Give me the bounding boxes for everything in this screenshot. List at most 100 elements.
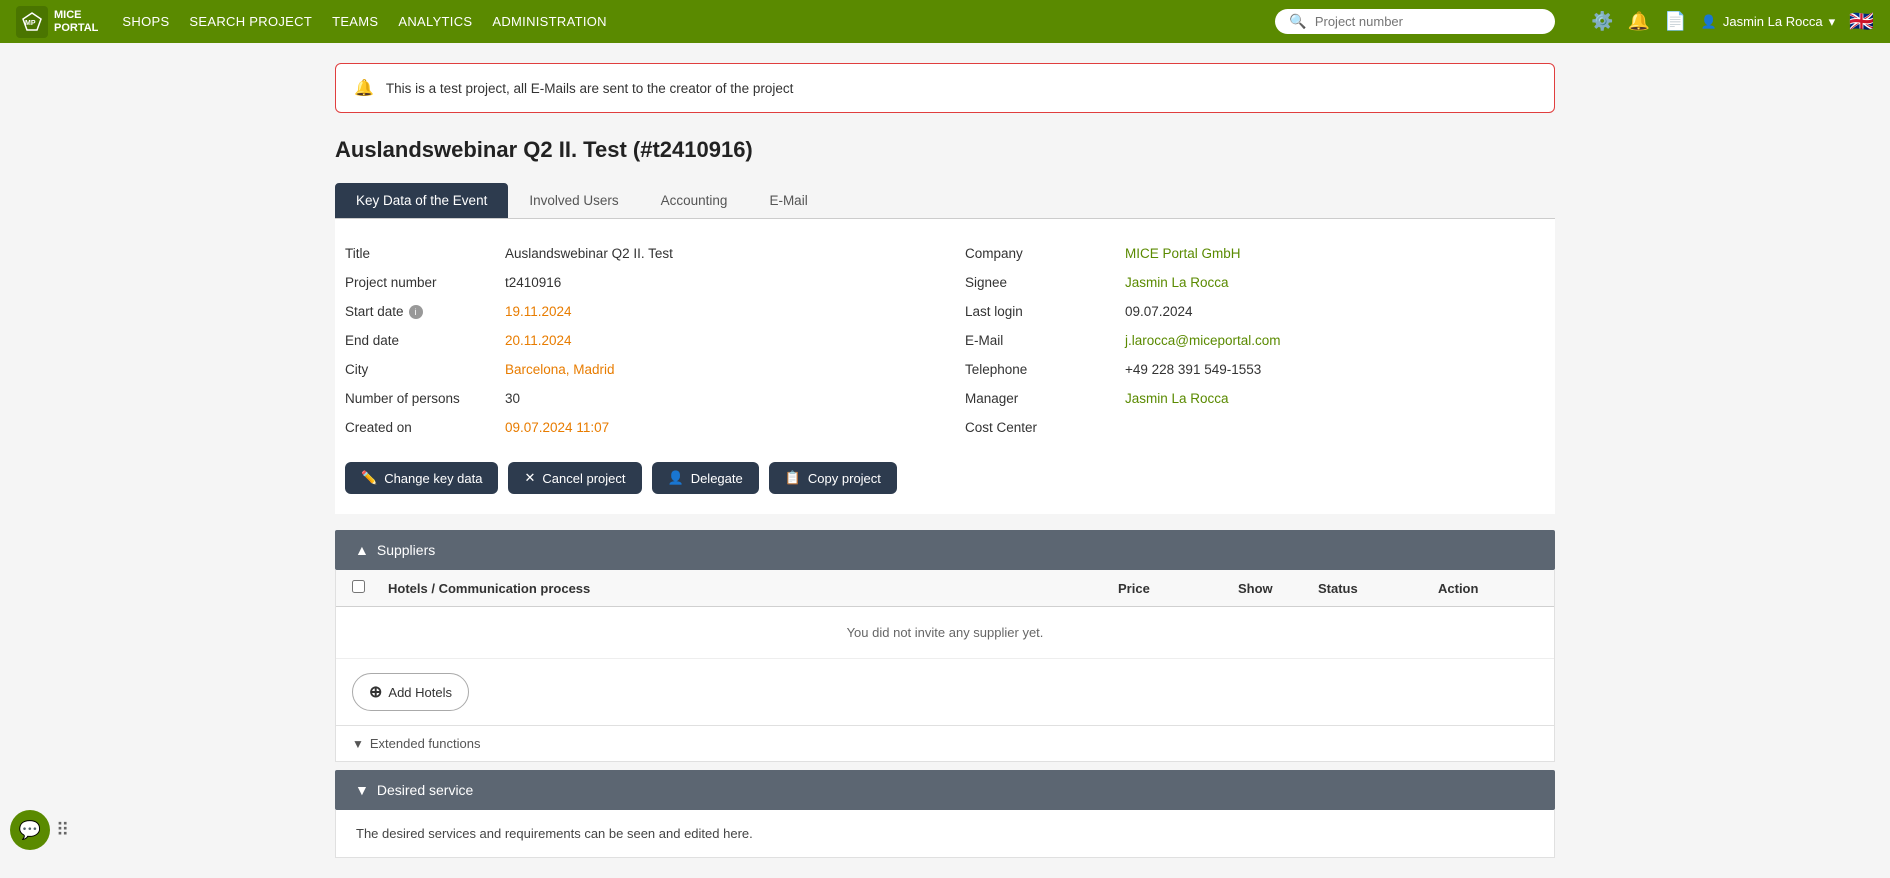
nav-link-teams[interactable]: TEAMS: [332, 14, 378, 29]
checkbox-all-col: [352, 580, 388, 596]
right-column: Company MICE Portal GmbH Signee Jasmin L…: [965, 239, 1545, 442]
logo[interactable]: MP MICE PORTAL: [16, 6, 98, 38]
field-last-login: Last login 09.07.2024: [965, 297, 1545, 326]
documents-icon[interactable]: 📄: [1664, 11, 1686, 32]
chat-bubble-button[interactable]: 💬: [10, 810, 50, 850]
language-flag[interactable]: 🇬🇧: [1849, 9, 1874, 34]
extended-functions[interactable]: ▼ Extended functions: [335, 726, 1555, 762]
copy-icon: 📋: [785, 470, 801, 486]
chevron-down-icon: ▼: [352, 737, 364, 751]
show-col-header: Show: [1238, 581, 1318, 596]
hotels-col-header: Hotels / Communication process: [388, 581, 1118, 596]
label-created-on: Created on: [345, 420, 505, 435]
nav-link-administration[interactable]: ADMINISTRATION: [492, 14, 606, 29]
nav-link-shops[interactable]: SHOPS: [122, 14, 169, 29]
label-company: Company: [965, 246, 1125, 261]
tab-accounting[interactable]: Accounting: [640, 183, 749, 218]
tab-key-data[interactable]: Key Data of the Event: [335, 183, 508, 218]
value-city: Barcelona, Madrid: [505, 362, 925, 377]
field-persons: Number of persons 30: [345, 384, 925, 413]
svg-text:MP: MP: [25, 20, 36, 27]
suppliers-section-header[interactable]: ▲ Suppliers: [335, 530, 1555, 570]
delegate-label: Delegate: [691, 471, 743, 486]
value-email[interactable]: j.larocca@miceportal.com: [1125, 333, 1545, 348]
empty-suppliers-message: You did not invite any supplier yet.: [336, 607, 1554, 659]
logo-icon: MP: [16, 6, 48, 38]
add-hotels-label: Add Hotels: [388, 685, 452, 700]
tabs: Key Data of the Event Involved Users Acc…: [335, 183, 1555, 219]
edit-icon: ✏️: [361, 470, 377, 486]
add-icon: ⊕: [369, 682, 382, 702]
value-persons: 30: [505, 391, 925, 406]
value-telephone: +49 228 391 549-1553: [1125, 362, 1545, 377]
suppliers-title: Suppliers: [377, 542, 435, 558]
value-company[interactable]: MICE Portal GmbH: [1125, 246, 1545, 261]
label-end-date: End date: [345, 333, 505, 348]
field-signee: Signee Jasmin La Rocca: [965, 268, 1545, 297]
label-cost-center: Cost Center: [965, 420, 1125, 435]
value-end-date: 20.11.2024: [505, 333, 925, 348]
nav-link-search-project[interactable]: SEARCH PROJECT: [189, 14, 312, 29]
desired-service-content: The desired services and requirements ca…: [335, 810, 1555, 858]
settings-icon[interactable]: ⚙️: [1591, 11, 1613, 32]
change-key-data-button[interactable]: ✏️ Change key data: [345, 462, 498, 494]
dots-menu-icon[interactable]: ⠿: [56, 820, 69, 841]
field-email: E-Mail j.larocca@miceportal.com: [965, 326, 1545, 355]
label-project-number: Project number: [345, 275, 505, 290]
value-start-date: 19.11.2024: [505, 304, 925, 319]
user-name: Jasmin La Rocca: [1723, 14, 1823, 29]
action-buttons: ✏️ Change key data ✕ Cancel project 👤 De…: [345, 462, 1545, 494]
tab-email[interactable]: E-Mail: [748, 183, 828, 218]
table-header: Hotels / Communication process Price Sho…: [336, 570, 1554, 607]
label-email: E-Mail: [965, 333, 1125, 348]
desired-service-description: The desired services and requirements ca…: [356, 826, 753, 841]
nav-link-analytics[interactable]: ANALYTICS: [398, 14, 472, 29]
value-project-number: t2410916: [505, 275, 925, 290]
value-created-on: 09.07.2024 11:07: [505, 420, 925, 435]
user-avatar-icon: 👤: [1701, 14, 1717, 30]
delegate-button[interactable]: 👤 Delegate: [652, 462, 759, 494]
field-telephone: Telephone +49 228 391 549-1553: [965, 355, 1545, 384]
suppliers-table: Hotels / Communication process Price Sho…: [335, 570, 1555, 726]
field-project-number: Project number t2410916: [345, 268, 925, 297]
value-signee[interactable]: Jasmin La Rocca: [1125, 275, 1545, 290]
alert-message: This is a test project, all E-Mails are …: [386, 81, 793, 96]
desired-service-title: Desired service: [377, 782, 473, 798]
label-persons: Number of persons: [345, 391, 505, 406]
add-hotels-button[interactable]: ⊕ Add Hotels: [352, 673, 469, 711]
start-date-info-icon[interactable]: i: [409, 305, 423, 319]
status-col-header: Status: [1318, 581, 1438, 596]
value-last-login: 09.07.2024: [1125, 304, 1545, 319]
change-key-data-label: Change key data: [384, 471, 482, 486]
field-city: City Barcelona, Madrid: [345, 355, 925, 384]
data-grid: Title Auslandswebinar Q2 II. Test Projec…: [335, 239, 1555, 442]
field-company: Company MICE Portal GmbH: [965, 239, 1545, 268]
action-col-header: Action: [1438, 581, 1538, 596]
user-menu[interactable]: 👤 Jasmin La Rocca ▾: [1701, 14, 1835, 30]
select-all-checkbox[interactable]: [352, 580, 365, 593]
label-title: Title: [345, 246, 505, 261]
field-start-date: Start date i 19.11.2024: [345, 297, 925, 326]
cancel-project-button[interactable]: ✕ Cancel project: [508, 462, 641, 494]
copy-project-button[interactable]: 📋 Copy project: [769, 462, 897, 494]
extended-functions-label: Extended functions: [370, 736, 481, 751]
desired-service-section-header[interactable]: ▼ Desired service: [335, 770, 1555, 810]
logo-text: MICE PORTAL: [54, 9, 98, 33]
chevron-down-icon2: ▼: [355, 782, 369, 798]
field-created-on: Created on 09.07.2024 11:07: [345, 413, 925, 442]
label-city: City: [345, 362, 505, 377]
search-input[interactable]: [1315, 14, 1542, 29]
nav-right: ⚙️ 🔔 📄 👤 Jasmin La Rocca ▾ 🇬🇧: [1591, 9, 1874, 34]
field-end-date: End date 20.11.2024: [345, 326, 925, 355]
label-start-date: Start date i: [345, 304, 505, 319]
copy-project-label: Copy project: [808, 471, 881, 486]
search-icon: 🔍: [1289, 13, 1306, 30]
notifications-icon[interactable]: 🔔: [1628, 11, 1650, 32]
value-title: Auslandswebinar Q2 II. Test: [505, 246, 925, 261]
alert-banner: 🔔 This is a test project, all E-Mails ar…: [335, 63, 1555, 113]
chevron-up-icon: ▲: [355, 542, 369, 558]
field-manager: Manager Jasmin La Rocca: [965, 384, 1545, 413]
search-box[interactable]: 🔍: [1275, 9, 1555, 34]
tab-involved-users[interactable]: Involved Users: [508, 183, 639, 218]
value-manager[interactable]: Jasmin La Rocca: [1125, 391, 1545, 406]
